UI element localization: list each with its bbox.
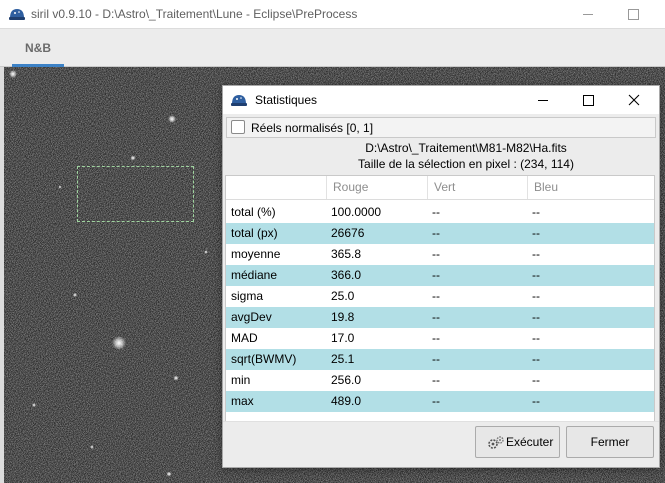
row-label: médiane [231, 268, 278, 282]
cell-vert: -- [432, 289, 440, 303]
window-title: siril v0.9.10 - D:\Astro\_Traitement\Lun… [31, 7, 358, 21]
dialog-titlebar: Statistiques [223, 86, 659, 114]
row-label: sqrt(BWMV) [231, 352, 297, 366]
minimize-icon [538, 100, 548, 101]
row-label: min [231, 373, 251, 387]
cell-bleu: -- [532, 394, 540, 408]
dialog-close-button[interactable] [611, 86, 657, 114]
cell-vert: -- [432, 373, 440, 387]
table-header: Rouge Vert Bleu [226, 176, 654, 200]
cell-vert: -- [432, 268, 440, 282]
normalize-option: Réels normalisés [0, 1] [226, 117, 656, 138]
row-label: sigma [231, 289, 264, 303]
dialog-title: Statistiques [255, 93, 318, 107]
siril-window: siril v0.9.10 - D:\Astro\_Traitement\Lun… [0, 0, 665, 483]
cell-rouge: 489.0 [331, 394, 362, 408]
siril-logo-icon [9, 9, 25, 20]
footer-divider [223, 421, 659, 422]
statistics-table: Rouge Vert Bleu total (%) 100.0000 -- --… [225, 175, 655, 422]
table-row[interactable]: avgDev 19.8 -- -- [226, 307, 654, 328]
dialog-maximize-button[interactable] [565, 86, 611, 114]
normalize-checkbox[interactable] [231, 120, 245, 134]
cell-bleu: -- [532, 226, 540, 240]
file-path: D:\Astro\_Traitement\M81-M82\Ha.fits [365, 141, 567, 155]
table-row[interactable]: sigma 25.0 -- -- [226, 286, 654, 307]
selection-size: Taille de la sélection en pixel : (234, … [358, 157, 574, 171]
table-row[interactable]: sqrt(BWMV) 25.1 -- -- [226, 349, 654, 370]
cell-rouge: 19.8 [331, 310, 355, 324]
column-header-rouge[interactable]: Rouge [326, 176, 427, 199]
cell-vert: -- [432, 352, 440, 366]
column-header-bleu[interactable]: Bleu [527, 176, 654, 199]
table-row[interactable]: MAD 17.0 -- -- [226, 328, 654, 349]
row-label: avgDev [231, 310, 272, 324]
maximize-icon [628, 9, 639, 20]
cell-bleu: -- [532, 331, 540, 345]
cell-vert: -- [432, 226, 440, 240]
cell-rouge: 365.8 [331, 247, 362, 261]
column-header-vert[interactable]: Vert [427, 176, 527, 199]
minimize-icon [583, 14, 593, 15]
cell-bleu: -- [532, 205, 540, 219]
row-label: moyenne [231, 247, 281, 261]
table-row[interactable]: min 256.0 -- -- [226, 370, 654, 391]
execute-label: Exécuter [506, 435, 554, 449]
cell-bleu: -- [532, 247, 540, 261]
maximize-button[interactable] [610, 0, 656, 29]
close-icon [628, 94, 640, 106]
table-row[interactable]: médiane 366.0 -- -- [226, 265, 654, 286]
cell-vert: -- [432, 247, 440, 261]
cell-vert: -- [432, 331, 440, 345]
normalize-label[interactable]: Réels normalisés [0, 1] [251, 121, 373, 135]
table-row[interactable]: max 489.0 -- -- [226, 391, 654, 412]
cell-rouge: 256.0 [331, 373, 362, 387]
cell-vert: -- [432, 310, 440, 324]
close-button[interactable]: Fermer [566, 426, 654, 458]
cell-bleu: -- [532, 352, 540, 366]
channel-tabstrip: N&B [0, 29, 665, 67]
minimize-button[interactable] [565, 0, 611, 29]
main-titlebar: siril v0.9.10 - D:\Astro\_Traitement\Lun… [0, 0, 665, 29]
cell-bleu: -- [532, 373, 540, 387]
column-header-name[interactable] [226, 176, 326, 199]
cell-rouge: 366.0 [331, 268, 362, 282]
cell-bleu: -- [532, 289, 540, 303]
gears-icon [488, 436, 504, 449]
execute-button[interactable]: Exécuter [475, 426, 560, 458]
dialog-minimize-button[interactable] [520, 86, 566, 114]
cell-rouge: 26676 [331, 226, 365, 240]
cell-rouge: 25.1 [331, 352, 355, 366]
selection-rectangle[interactable] [77, 166, 194, 222]
statistics-dialog: Statistiques Réels normalisés [0, 1] D:\… [222, 85, 660, 468]
row-label: max [231, 394, 254, 408]
row-label: total (px) [231, 226, 278, 240]
cell-rouge: 25.0 [331, 289, 355, 303]
maximize-icon [583, 95, 594, 106]
table-row[interactable]: total (px) 26676 -- -- [226, 223, 654, 244]
siril-logo-icon [231, 95, 247, 106]
cell-rouge: 17.0 [331, 331, 355, 345]
canvas-left-border [0, 67, 4, 483]
cell-vert: -- [432, 205, 440, 219]
table-row[interactable]: moyenne 365.8 -- -- [226, 244, 654, 265]
table-row[interactable]: total (%) 100.0000 -- -- [226, 202, 654, 223]
cell-vert: -- [432, 394, 440, 408]
row-label: total (%) [231, 205, 276, 219]
cell-bleu: -- [532, 268, 540, 282]
cell-bleu: -- [532, 310, 540, 324]
tab-nb[interactable]: N&B [12, 29, 64, 67]
cell-rouge: 100.0000 [331, 205, 382, 219]
row-label: MAD [231, 331, 258, 345]
